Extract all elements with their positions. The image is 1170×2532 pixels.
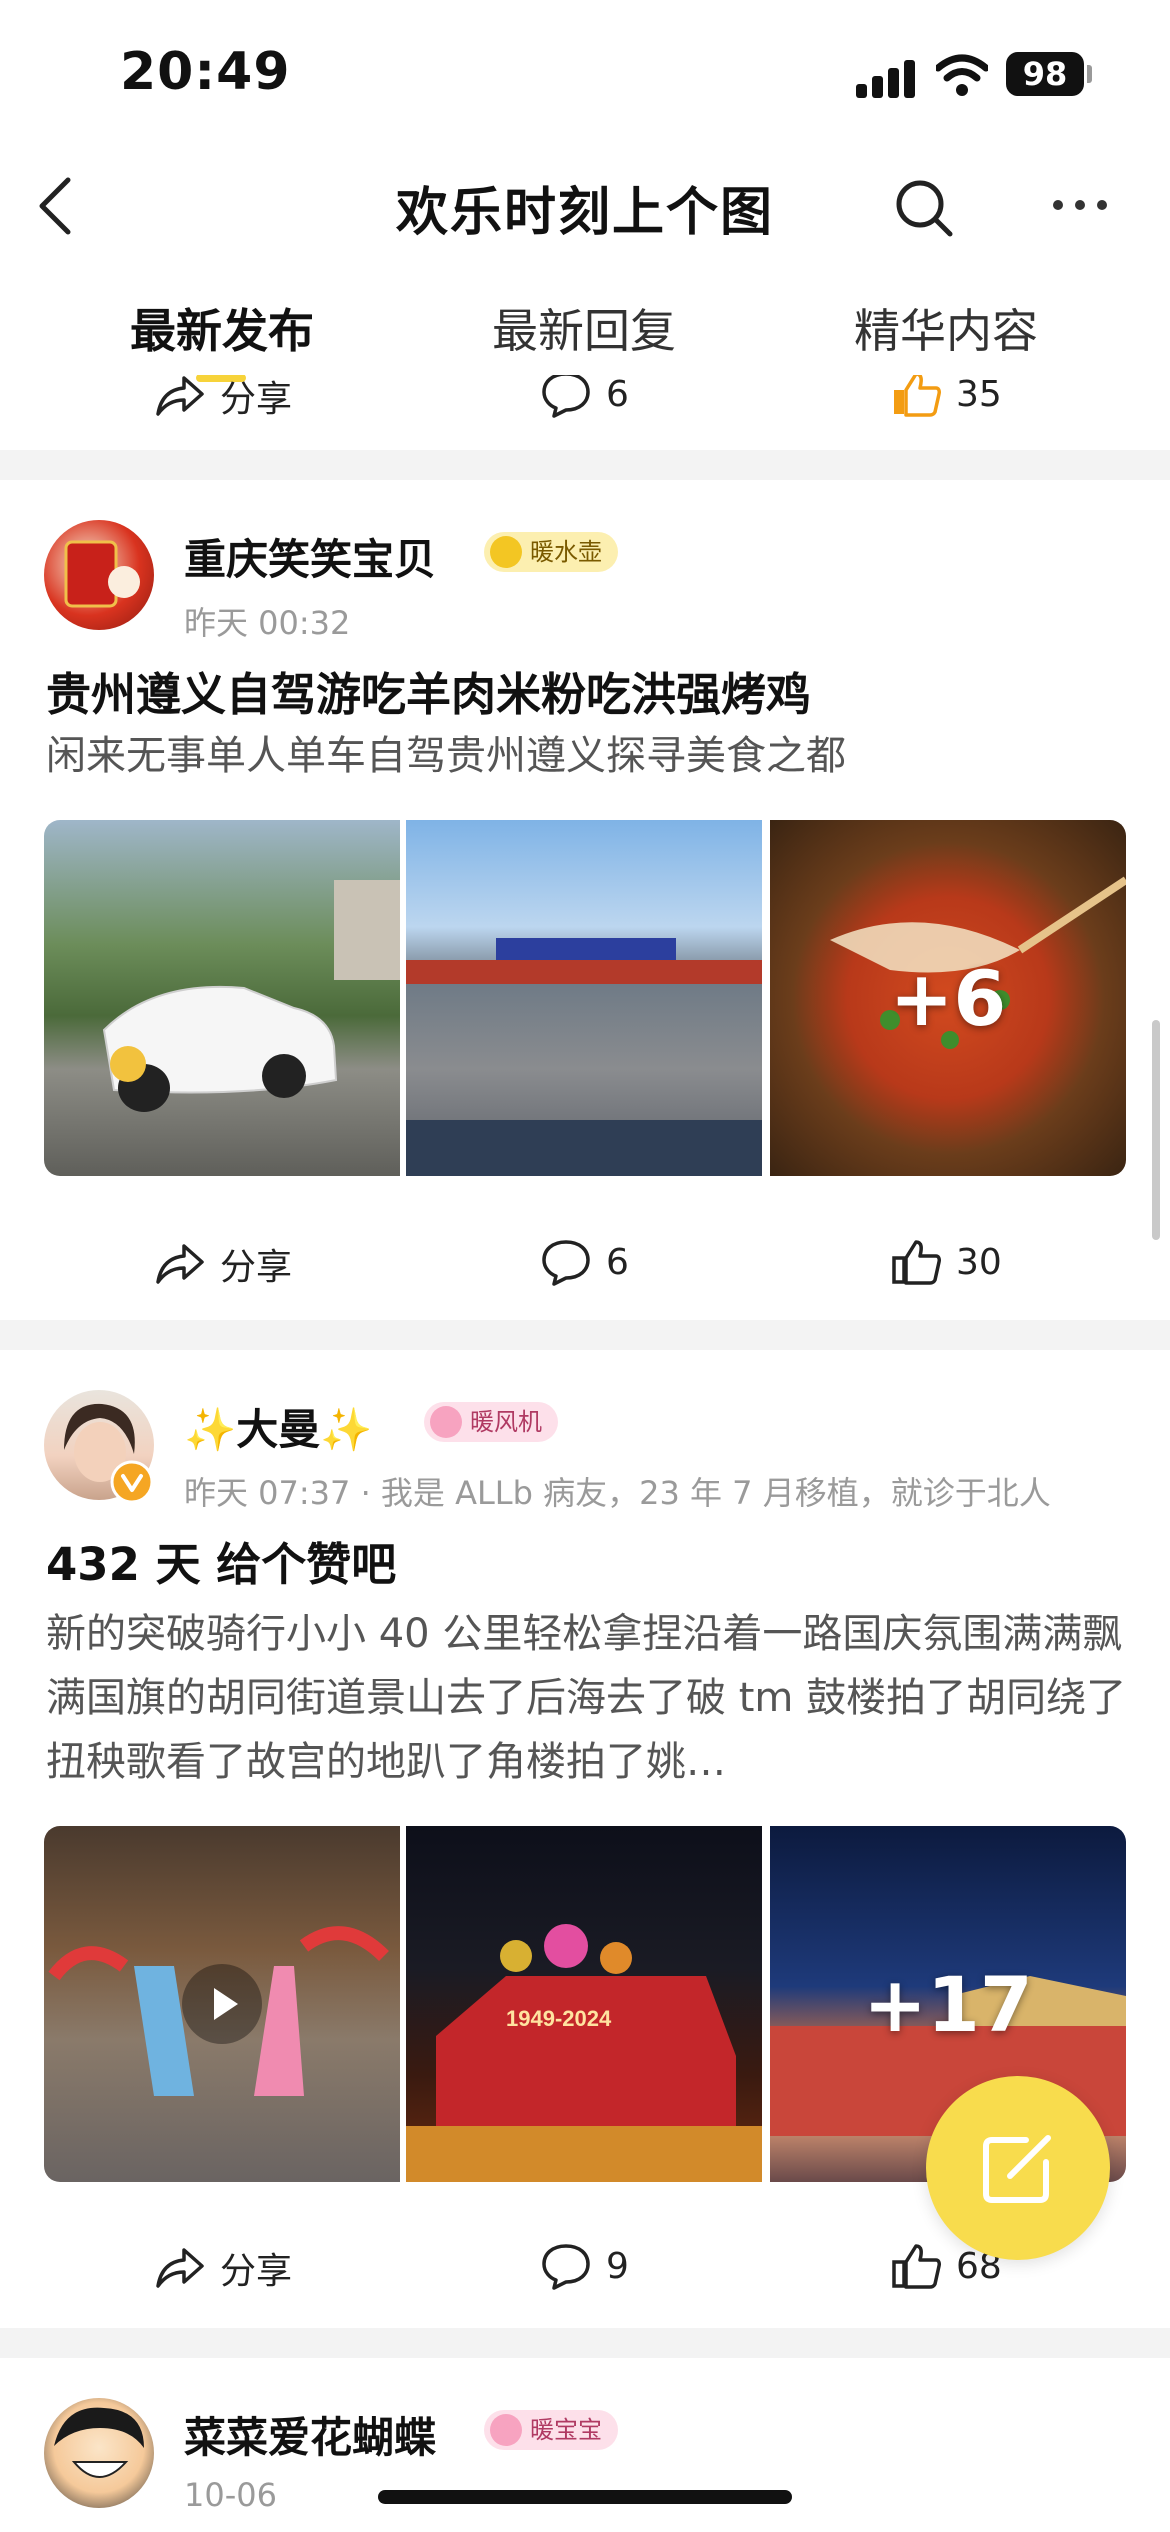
section-divider: [0, 450, 1170, 480]
post-image[interactable]: 1949-2024: [406, 1826, 762, 2182]
warmer-icon: [490, 2414, 522, 2446]
avatar-image: [54, 2407, 144, 2478]
top-nav: 欢乐时刻上个图: [0, 140, 1170, 270]
share-label: 分享: [220, 2251, 293, 2292]
post-description[interactable]: 新的突破骑行小小 40 公里轻松拿捏沿着一路国庆氛围满满飘满国旗的胡同街道景山去…: [46, 1602, 1136, 1794]
comment-icon: [542, 372, 590, 418]
kettle-icon: [490, 536, 522, 568]
share-icon: [156, 2248, 204, 2288]
comment-count: 6: [606, 1241, 629, 1283]
image-caption: 1949-2024: [506, 2006, 612, 2031]
avatar[interactable]: [44, 520, 154, 630]
heater-icon: [430, 1406, 462, 1438]
post-title[interactable]: 432 天 给个赞吧: [46, 1528, 396, 1593]
post-card[interactable]: 菜菜爱花蝴蝶 暖宝宝 10-06: [0, 2358, 1170, 2532]
post-image[interactable]: [44, 1826, 400, 2182]
like-icon: [892, 1240, 941, 1285]
share-icon: [156, 1244, 204, 1284]
status-bar: 20:49 98: [0, 0, 1170, 140]
section-divider: [0, 1320, 1170, 1350]
more-images-count: +6: [889, 953, 1007, 1043]
author-name[interactable]: 重庆笑笑宝贝: [184, 526, 436, 587]
section-divider: [0, 2328, 1170, 2358]
share-label: 分享: [220, 1247, 293, 1288]
scrollbar[interactable]: [1152, 1020, 1160, 1240]
share-button[interactable]: 分享: [154, 1238, 292, 1290]
tab-latest-posts[interactable]: 最新发布: [72, 295, 372, 361]
wifi-icon: [936, 54, 988, 96]
author-name[interactable]: 菜菜爱花蝴蝶: [184, 2404, 436, 2465]
author-name[interactable]: ✨大曼✨: [184, 1396, 373, 1457]
comment-icon: [542, 1240, 590, 1286]
post-image[interactable]: [44, 820, 400, 1176]
play-icon[interactable]: [182, 1964, 262, 2044]
comment-button[interactable]: 6: [540, 1238, 629, 1286]
post-image[interactable]: +6: [770, 820, 1126, 1176]
like-icon: [894, 372, 941, 417]
like-button[interactable]: 30: [890, 1238, 1002, 1286]
post-image[interactable]: [406, 820, 762, 1176]
avatar-image: [64, 540, 140, 608]
post-meta: 昨天 00:32: [184, 604, 351, 642]
verified-icon: [110, 1460, 154, 1504]
user-badge: 暖水壶: [484, 532, 618, 572]
post-title[interactable]: 贵州遵义自驾游吃羊肉米粉吃洪强烤鸡: [46, 658, 811, 723]
user-badge: 暖宝宝: [484, 2410, 618, 2450]
like-count: 30: [956, 1241, 1002, 1283]
comment-count: 9: [606, 2245, 629, 2287]
tab-bar: 最新发布 最新回复 精华内容: [0, 275, 1170, 375]
compose-button[interactable]: [926, 2076, 1110, 2260]
battery-indicator: 98: [1006, 52, 1084, 96]
home-indicator: [378, 2490, 792, 2504]
tab-featured[interactable]: 精华内容: [796, 295, 1096, 361]
share-label: 分享: [220, 379, 293, 420]
signal-icon: [856, 58, 916, 98]
image-grid: +6: [44, 820, 1126, 1176]
comment-icon: [542, 2244, 590, 2290]
user-badge: 暖风机: [424, 1402, 558, 1442]
post-card[interactable]: 重庆笑笑宝贝 暖水壶 昨天 00:32 贵州遵义自驾游吃羊肉米粉吃洪强烤鸡 闲来…: [0, 480, 1170, 1320]
more-icon[interactable]: [1050, 180, 1110, 230]
search-icon[interactable]: [892, 176, 956, 240]
page-title: 欢乐时刻上个图: [395, 183, 774, 243]
tab-latest-replies[interactable]: 最新回复: [434, 295, 734, 361]
post-meta: 10-06: [184, 2476, 277, 2514]
badge-label: 暖水壶: [530, 538, 602, 566]
share-button[interactable]: 分享: [154, 370, 292, 422]
battery-tip: [1087, 65, 1092, 83]
status-time: 20:49: [120, 42, 291, 102]
like-button[interactable]: 35: [890, 370, 1002, 418]
comment-button[interactable]: 9: [540, 2242, 629, 2290]
compose-icon: [983, 2135, 1051, 2203]
like-count: 35: [956, 373, 1002, 415]
badge-label: 暖风机: [470, 1408, 542, 1436]
comment-button[interactable]: 6: [540, 370, 629, 418]
comment-count: 6: [606, 373, 629, 415]
share-icon: [156, 376, 204, 416]
post-description[interactable]: 闲来无事单人单车自驾贵州遵义探寻美食之都: [46, 724, 1136, 788]
post-meta: 昨天 07:37 · 我是 ALLb 病友，23 年 7 月移植，就诊于北人: [184, 1474, 1051, 1512]
share-button[interactable]: 分享: [154, 2242, 292, 2294]
badge-label: 暖宝宝: [530, 2416, 602, 2444]
avatar[interactable]: [44, 2398, 154, 2508]
